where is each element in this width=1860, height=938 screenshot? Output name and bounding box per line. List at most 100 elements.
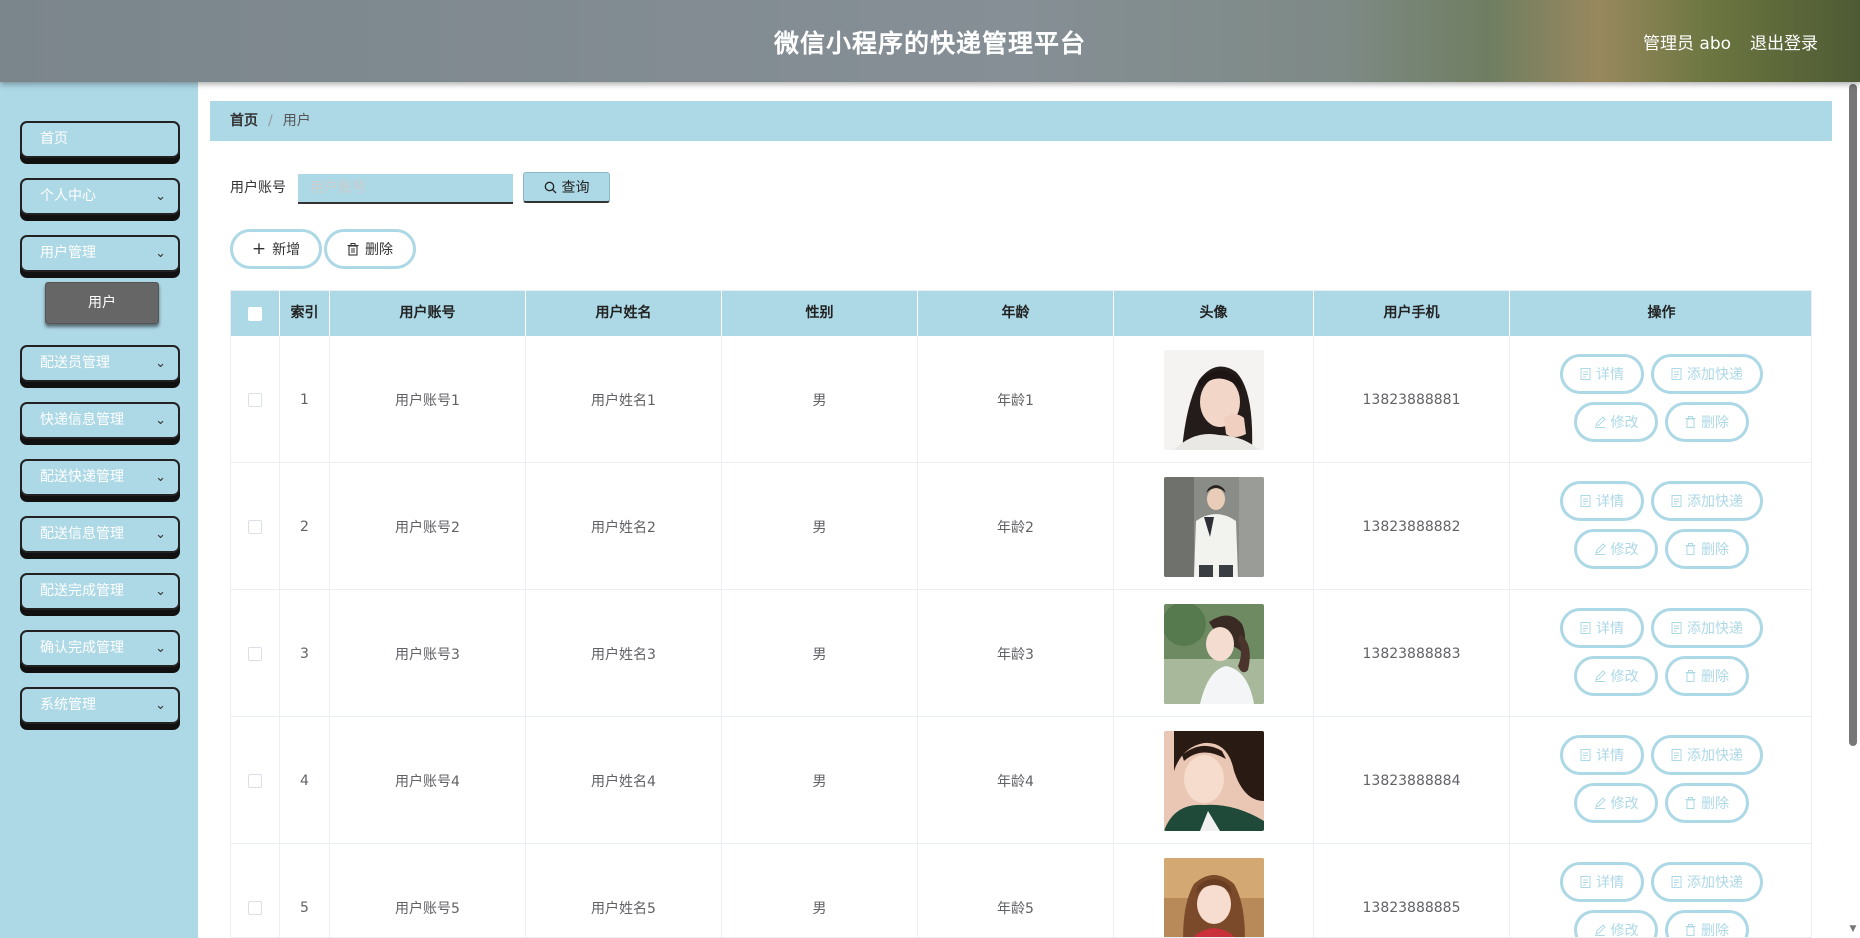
detail-button[interactable]: 详情 [1560, 735, 1644, 775]
row-actions-cell: 详情 添加快递修改 删除 [1510, 844, 1811, 938]
edit-button-label: 修改 [1610, 542, 1639, 558]
avatar[interactable] [1163, 349, 1264, 450]
document-icon [1580, 749, 1591, 761]
chevron-down-icon: ⌄ [155, 527, 166, 542]
table-header: 索引 用户账号 用户姓名 性别 年龄 头像 用户手机 操作 [231, 291, 1811, 336]
row-checkbox[interactable] [248, 900, 262, 915]
trash-icon [1685, 670, 1696, 682]
row-delete-button-label: 删除 [1701, 669, 1729, 685]
sidebar-item-profile[interactable]: 个人中心 ⌄ [20, 178, 180, 215]
edit-button[interactable]: 修改 [1574, 910, 1658, 938]
edit-button-label: 修改 [1610, 796, 1639, 812]
row-account: 用户账号2 [330, 463, 526, 590]
sidebar-item-label: 配送信息管理 [40, 526, 124, 542]
plus-icon: + [251, 238, 267, 259]
table-row: 4 用户账号4 用户姓名4 男年龄4 13823888884 详情 添加快递 修改 删除 [231, 717, 1811, 844]
add-express-button-label: 添加快递 [1687, 621, 1743, 637]
chevron-down-icon: ⌄ [155, 641, 166, 656]
add-express-button-label: 添加快递 [1687, 367, 1743, 383]
document-icon [1671, 495, 1682, 507]
sidebar-item-delivery-express[interactable]: 配送快递管理 ⌄ [20, 459, 180, 496]
add-express-button[interactable]: 添加快递 [1651, 481, 1763, 521]
scroll-down-arrow-icon[interactable]: ▼ [1846, 924, 1860, 936]
row-delete-button[interactable]: 删除 [1665, 783, 1749, 823]
select-all-checkbox[interactable] [248, 306, 262, 321]
avatar[interactable] [1163, 476, 1264, 577]
row-checkbox[interactable] [248, 519, 262, 534]
chevron-down-icon: ⌄ [155, 356, 166, 371]
row-account: 用户账号1 [330, 336, 526, 463]
row-select-cell [231, 590, 280, 717]
column-header: 索引 [280, 291, 330, 336]
add-express-button[interactable]: 添加快递 [1651, 735, 1763, 775]
row-actions-cell: 详情 添加快递修改 删除 [1510, 717, 1811, 844]
sidebar-subitem-users[interactable]: 用户 [45, 282, 159, 324]
row-avatar-cell [1114, 336, 1314, 463]
sidebar-item-system[interactable]: 系统管理 ⌄ [20, 687, 180, 724]
row-delete-button[interactable]: 删除 [1665, 656, 1749, 696]
row-checkbox[interactable] [248, 646, 262, 661]
row-age: 年龄4 [918, 717, 1114, 844]
row-phone: 13823888885 [1314, 844, 1510, 937]
sidebar-item-delivery-info[interactable]: 配送信息管理 ⌄ [20, 516, 180, 553]
edit-button[interactable]: 修改 [1574, 783, 1658, 823]
scrollbar-thumb[interactable] [1849, 84, 1857, 746]
row-age: 年龄2 [918, 463, 1114, 590]
edit-button[interactable]: 修改 [1574, 656, 1658, 696]
add-express-button[interactable]: 添加快递 [1651, 862, 1763, 902]
breadcrumb-home[interactable]: 首页 [230, 113, 258, 129]
document-icon [1671, 622, 1682, 634]
app-title: 微信小程序的快递管理平台 [773, 29, 1086, 58]
row-checkbox[interactable] [248, 773, 262, 788]
table-row: 3 用户账号3 用户姓名3 男年龄3 13823888883 详情 添加快递 修改 删除 [231, 590, 1811, 717]
row-age: 年龄3 [918, 590, 1114, 717]
sidebar-item-user-management[interactable]: 用户管理 ⌄ [20, 235, 180, 272]
detail-button[interactable]: 详情 [1560, 862, 1644, 902]
breadcrumb-separator: / [268, 113, 273, 129]
avatar[interactable] [1163, 603, 1264, 704]
document-icon [1580, 495, 1591, 507]
add-express-button[interactable]: 添加快递 [1651, 608, 1763, 648]
avatar[interactable] [1163, 857, 1264, 937]
logout-link[interactable]: 退出登录 [1750, 29, 1818, 54]
chevron-down-icon: ⌄ [155, 470, 166, 485]
row-avatar-cell [1114, 590, 1314, 717]
edit-button-label: 修改 [1610, 923, 1639, 938]
delete-button[interactable]: 删除 [324, 229, 416, 269]
sidebar-item-courier-management[interactable]: 配送员管理 ⌄ [20, 345, 180, 382]
search-button[interactable]: 查询 [523, 172, 610, 203]
edit-button[interactable]: 修改 [1574, 402, 1658, 442]
add-button[interactable]: + 新增 [230, 229, 322, 269]
edit-button[interactable]: 修改 [1574, 529, 1658, 569]
detail-button-label: 详情 [1596, 875, 1624, 891]
sidebar-item-confirm-complete[interactable]: 确认完成管理 ⌄ [20, 630, 180, 667]
column-header: 用户姓名 [526, 291, 722, 336]
trash-icon [1685, 797, 1696, 809]
search-input[interactable] [298, 174, 513, 204]
row-checkbox[interactable] [248, 392, 262, 407]
trash-icon [1685, 543, 1696, 555]
row-actions: 详情 添加快递修改 删除 [1510, 463, 1810, 590]
row-delete-button[interactable]: 删除 [1665, 529, 1749, 569]
detail-button[interactable]: 详情 [1560, 608, 1644, 648]
detail-button[interactable]: 详情 [1560, 481, 1644, 521]
row-name: 用户姓名4 [526, 717, 722, 844]
users-table: 索引 用户账号 用户姓名 性别 年龄 头像 用户手机 操作 1 用户账号1 用户姓名… [230, 290, 1812, 938]
document-icon [1671, 368, 1682, 380]
avatar[interactable] [1163, 730, 1264, 831]
add-express-button[interactable]: 添加快递 [1651, 354, 1763, 394]
sidebar-item-label: 用户管理 [40, 245, 96, 261]
row-delete-button[interactable]: 删除 [1665, 402, 1749, 442]
select-all-cell [231, 291, 280, 336]
detail-button[interactable]: 详情 [1560, 354, 1644, 394]
breadcrumb: 首页 / 用户 [210, 101, 1832, 141]
document-icon [1580, 368, 1591, 380]
search-label: 用户账号 [230, 180, 286, 196]
sidebar-item-express-info[interactable]: 快递信息管理 ⌄ [20, 402, 180, 439]
sidebar-item-delivery-complete[interactable]: 配送完成管理 ⌄ [20, 573, 180, 610]
add-express-button-label: 添加快递 [1687, 748, 1743, 764]
page-scrollbar[interactable]: ▼ [1846, 82, 1860, 938]
row-delete-button-label: 删除 [1701, 923, 1729, 938]
sidebar-item-home[interactable]: 首页 [20, 121, 180, 158]
row-delete-button[interactable]: 删除 [1665, 910, 1749, 938]
